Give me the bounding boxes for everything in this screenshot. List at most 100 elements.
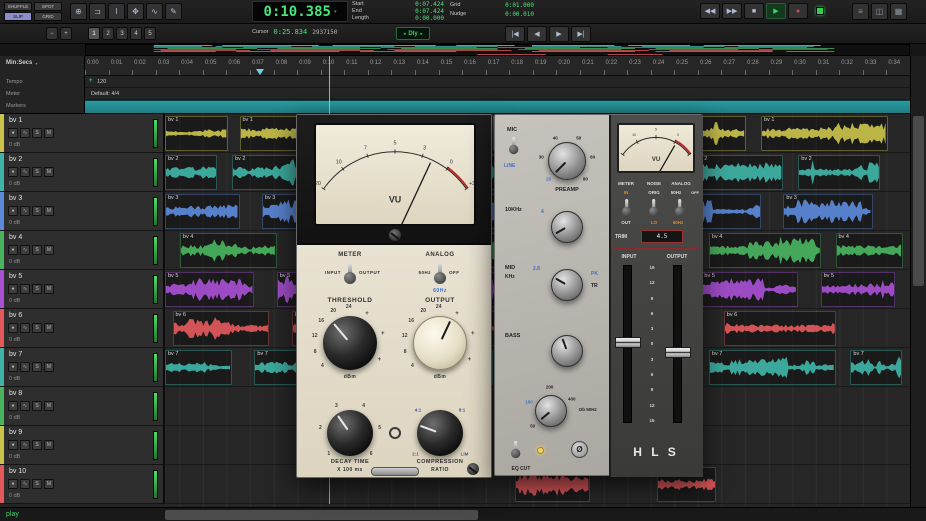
output-fader[interactable] — [665, 347, 691, 358]
grid-label[interactable]: Grid — [450, 2, 460, 11]
tempo-lane-label[interactable]: Tempo — [6, 79, 23, 85]
threshold-knob[interactable] — [323, 316, 377, 370]
record-enable-button[interactable]: ● — [8, 206, 18, 216]
hls-plugin-window[interactable]: MIC LINE 203040506080 PREAMP 10KHz 4 MID… — [494, 114, 702, 476]
solo-button[interactable]: S — [32, 167, 42, 177]
zoom-preset-1[interactable]: 1 — [88, 27, 100, 40]
audio-clip[interactable]: bv 4 — [709, 233, 821, 268]
markers-lane[interactable] — [85, 100, 910, 114]
play-button[interactable]: ▶ — [766, 3, 786, 19]
audio-clip[interactable]: bv 6 — [173, 311, 270, 346]
playlist-wave-button[interactable]: ∿ — [20, 323, 30, 333]
timebase-selector[interactable]: Min:Secs — [6, 60, 32, 66]
audio-clip[interactable]: bv 7 — [709, 350, 836, 385]
playlist-wave-button[interactable]: ∿ — [20, 167, 30, 177]
mute-button[interactable]: M — [44, 362, 54, 372]
track-volume[interactable]: 0 dB — [9, 376, 20, 382]
mute-button[interactable]: M — [44, 479, 54, 489]
audio-clip[interactable]: bv 4 — [180, 233, 277, 268]
back-button[interactable]: ◀ — [527, 26, 547, 42]
audio-clip[interactable]: bv 1 — [165, 116, 228, 151]
track-name[interactable]: bv 2 — [9, 156, 22, 163]
output-knob[interactable] — [413, 316, 467, 370]
zoom-out-button[interactable]: − — [46, 27, 58, 40]
track-name[interactable]: bv 5 — [9, 273, 22, 280]
track-volume[interactable]: 0 dB — [9, 259, 20, 265]
mode-button-grid[interactable]: GRID — [34, 12, 62, 21]
rewind-button[interactable]: ◀◀ — [700, 3, 720, 19]
track-volume[interactable]: 0 dB — [9, 493, 20, 499]
mute-button[interactable]: M — [44, 128, 54, 138]
track-volume[interactable]: 0 dB — [9, 298, 20, 304]
window-layout-icon[interactable]: ◫ — [871, 3, 888, 20]
playlist-wave-button[interactable]: ∿ — [20, 401, 30, 411]
nudge-value[interactable]: 0:00.010 — [505, 11, 534, 20]
audio-clip[interactable]: bv 5 — [165, 272, 254, 307]
zoom-preset-2[interactable]: 2 — [102, 27, 114, 40]
audio-clip[interactable]: bv 2 — [694, 155, 783, 190]
bass-gain-knob[interactable] — [551, 335, 583, 367]
mode-button-shuffle[interactable]: SHUFFLE — [4, 2, 32, 11]
horizontal-scrollbar[interactable]: play — [0, 507, 926, 521]
track-name[interactable]: bv 8 — [9, 390, 22, 397]
grid-value[interactable]: 0:01.000 — [505, 2, 534, 11]
solo-button[interactable]: S — [32, 323, 42, 333]
counter-dropdown-icon[interactable]: ▾ — [334, 9, 337, 15]
meter-value[interactable]: Default: 4/4 — [91, 91, 119, 97]
track-volume[interactable]: 0 dB — [9, 415, 20, 421]
solo-button[interactable]: S — [32, 284, 42, 294]
record-enable-button[interactable]: ● — [8, 362, 18, 372]
track-volume[interactable]: 0 dB — [9, 220, 20, 226]
trim-tool[interactable]: ⊐ — [89, 3, 106, 20]
track-name[interactable]: bv 4 — [9, 234, 22, 241]
mute-button[interactable]: M — [44, 284, 54, 294]
track-header-bv-5[interactable]: bv 5●∿SM0 dB — [0, 270, 165, 309]
go-to-end-button[interactable]: ▶| — [571, 26, 591, 42]
go-to-start-button[interactable]: |◀ — [505, 26, 525, 42]
track-name[interactable]: bv 10 — [9, 468, 26, 475]
mute-button[interactable]: M — [44, 167, 54, 177]
tempo-add-icon[interactable]: + — [89, 78, 93, 84]
solo-button[interactable]: S — [32, 128, 42, 138]
playlist-wave-button[interactable]: ∿ — [20, 206, 30, 216]
record-enable-button[interactable]: ● — [8, 128, 18, 138]
start-value[interactable]: 0:07.424 — [415, 1, 444, 8]
tempo-value[interactable]: 120 — [97, 79, 106, 85]
trim-value-box[interactable]: 4.5 — [641, 230, 683, 243]
preamp-knob[interactable] — [548, 142, 586, 180]
mute-button[interactable]: M — [44, 323, 54, 333]
fast-forward-button[interactable]: ▶▶ — [722, 3, 742, 19]
compression-ratio-knob[interactable] — [417, 410, 463, 456]
phase-button[interactable]: Ø — [571, 441, 588, 458]
pencil-tool[interactable]: ✎ — [165, 3, 182, 20]
selection-start-marker[interactable] — [256, 69, 264, 75]
mic-line-toggle[interactable] — [509, 137, 518, 156]
scrubber-tool[interactable]: ∿ — [146, 3, 163, 20]
zoom-in-button[interactable]: + — [60, 27, 72, 40]
meter-lane[interactable]: Default: 4/4 — [85, 88, 910, 100]
audio-clip[interactable]: bv 7 — [850, 350, 902, 385]
mute-button[interactable]: M — [44, 245, 54, 255]
playlist-wave-button[interactable]: ∿ — [20, 362, 30, 372]
mode-button-slip[interactable]: SLIP — [4, 12, 32, 21]
comp-meter-toggle[interactable] — [344, 262, 356, 286]
record-enable-button[interactable]: ● — [8, 401, 18, 411]
record-enable-button[interactable]: ● — [8, 245, 18, 255]
track-name[interactable]: bv 1 — [9, 117, 22, 124]
main-counter[interactable]: 0:10.385 ▾ — [252, 1, 348, 22]
grid-display-icon[interactable]: ▦ — [890, 3, 907, 20]
mute-button[interactable]: M — [44, 206, 54, 216]
track-header-bv-1[interactable]: bv 1●∿SM0 dB — [0, 114, 165, 153]
comp-analog-toggle[interactable] — [434, 262, 446, 286]
zoom-tool[interactable]: ⊕ — [70, 3, 87, 20]
markers-lane-label[interactable]: Markers — [6, 103, 26, 109]
solo-button[interactable]: S — [32, 401, 42, 411]
track-header-bv-10[interactable]: bv 10●∿SM0 dB — [0, 465, 165, 504]
universe-overview[interactable] — [85, 44, 910, 56]
timeline-ruler[interactable]: 0:000:010:020:030:040:050:060:070:080:09… — [85, 56, 910, 76]
playlist-wave-button[interactable]: ∿ — [20, 284, 30, 294]
audio-clip[interactable]: bv 5 — [701, 272, 798, 307]
solo-button[interactable]: S — [32, 362, 42, 372]
bass-freq-knob[interactable] — [535, 395, 567, 427]
hls-analog-toggle[interactable] — [675, 199, 684, 218]
